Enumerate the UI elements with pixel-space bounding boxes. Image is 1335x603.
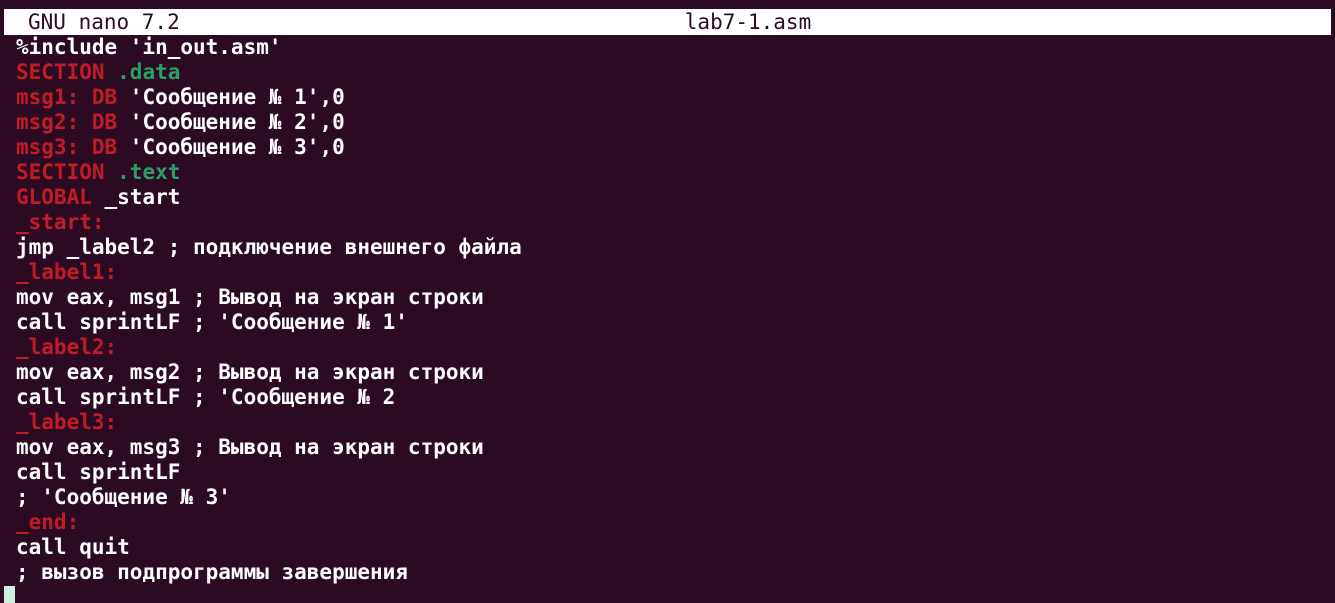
code-token: _label3: <box>16 410 118 434</box>
code-token: GLOBAL <box>16 185 92 209</box>
code-line[interactable]: mov eax, msg2 ; Вывод на экран строки <box>16 360 1335 385</box>
code-token: SECTION <box>16 60 105 84</box>
code-token: mov eax, msg1 ; Вывод на экран строки <box>16 285 484 309</box>
code-line[interactable]: msg2: DB 'Сообщение № 2',0 <box>16 110 1335 135</box>
code-line[interactable]: mov eax, msg3 ; Вывод на экран строки <box>16 435 1335 460</box>
code-line[interactable]: GLOBAL _start <box>16 185 1335 210</box>
code-token: jmp _label2 ; подключение внешнего файла <box>16 235 522 259</box>
code-line[interactable]: call sprintLF <box>16 460 1335 485</box>
filename-label: lab7-1.asm <box>684 10 812 34</box>
code-token: DB <box>79 85 118 109</box>
code-token: DB <box>79 135 118 159</box>
code-token: .data <box>104 60 181 84</box>
code-token: 'Сообщение № 3',0 <box>117 135 345 159</box>
code-token: msg2: <box>16 110 80 134</box>
code-token: %include 'in_out.asm' <box>16 35 282 59</box>
code-line[interactable]: msg1: DB 'Сообщение № 1',0 <box>16 85 1335 110</box>
code-token: mov eax, msg2 ; Вывод на экран строки <box>16 360 484 384</box>
code-token: call sprintLF ; 'Сообщение № 1' <box>16 310 408 334</box>
code-token: .text <box>104 160 181 184</box>
code-line[interactable]: jmp _label2 ; подключение внешнего файла <box>16 235 1335 260</box>
code-line[interactable]: _start: <box>16 210 1335 235</box>
code-token: 'Сообщение № 1',0 <box>117 85 345 109</box>
code-token: msg3: <box>16 135 80 159</box>
code-token: _label2: <box>16 335 118 359</box>
code-line[interactable]: SECTION .data <box>16 60 1335 85</box>
code-line[interactable]: msg3: DB 'Сообщение № 3',0 <box>16 135 1335 160</box>
code-token: ; 'Сообщение № 3' <box>16 485 231 509</box>
code-token: msg1: <box>16 85 80 109</box>
code-line[interactable]: ; 'Сообщение № 3' <box>16 485 1335 510</box>
nano-title-bar: GNU nano 7.2 lab7-1.asm <box>4 9 1331 35</box>
code-token: _label1: <box>16 260 118 284</box>
code-line[interactable]: ; вызов подпрограммы завершения <box>16 560 1335 585</box>
code-line[interactable]: mov eax, msg1 ; Вывод на экран строки <box>16 285 1335 310</box>
nano-editor-window: GNU nano 7.2 lab7-1.asm %include 'in_out… <box>0 0 1335 603</box>
code-token: call sprintLF <box>16 460 181 484</box>
code-token: call quit <box>16 535 130 559</box>
code-token: _start: <box>16 210 105 234</box>
text-cursor <box>4 586 15 603</box>
code-token: _start <box>91 185 181 209</box>
code-line[interactable]: _label1: <box>16 260 1335 285</box>
code-token: DB <box>79 110 118 134</box>
text-edit-area[interactable]: %include 'in_out.asm' SECTION .data msg1: … <box>16 35 1335 585</box>
code-token: mov eax, msg3 ; Вывод на экран строки <box>16 435 484 459</box>
code-line[interactable]: call sprintLF ; 'Сообщение № 1' <box>16 310 1335 335</box>
code-line[interactable]: call quit <box>16 535 1335 560</box>
code-token: _end: <box>16 510 80 534</box>
code-line[interactable]: %include 'in_out.asm' <box>16 35 1335 60</box>
code-line[interactable]: call sprintLF ; 'Сообщение № 2 <box>16 385 1335 410</box>
code-token: SECTION <box>16 160 105 184</box>
code-line[interactable]: _label2: <box>16 335 1335 360</box>
code-line[interactable]: SECTION .text <box>16 160 1335 185</box>
code-token: call sprintLF ; 'Сообщение № 2 <box>16 385 396 409</box>
code-token: 'Сообщение № 2',0 <box>117 110 345 134</box>
code-token: ; вызов подпрограммы завершения <box>16 560 408 584</box>
code-line[interactable]: _end: <box>16 510 1335 535</box>
code-line[interactable]: _label3: <box>16 410 1335 435</box>
